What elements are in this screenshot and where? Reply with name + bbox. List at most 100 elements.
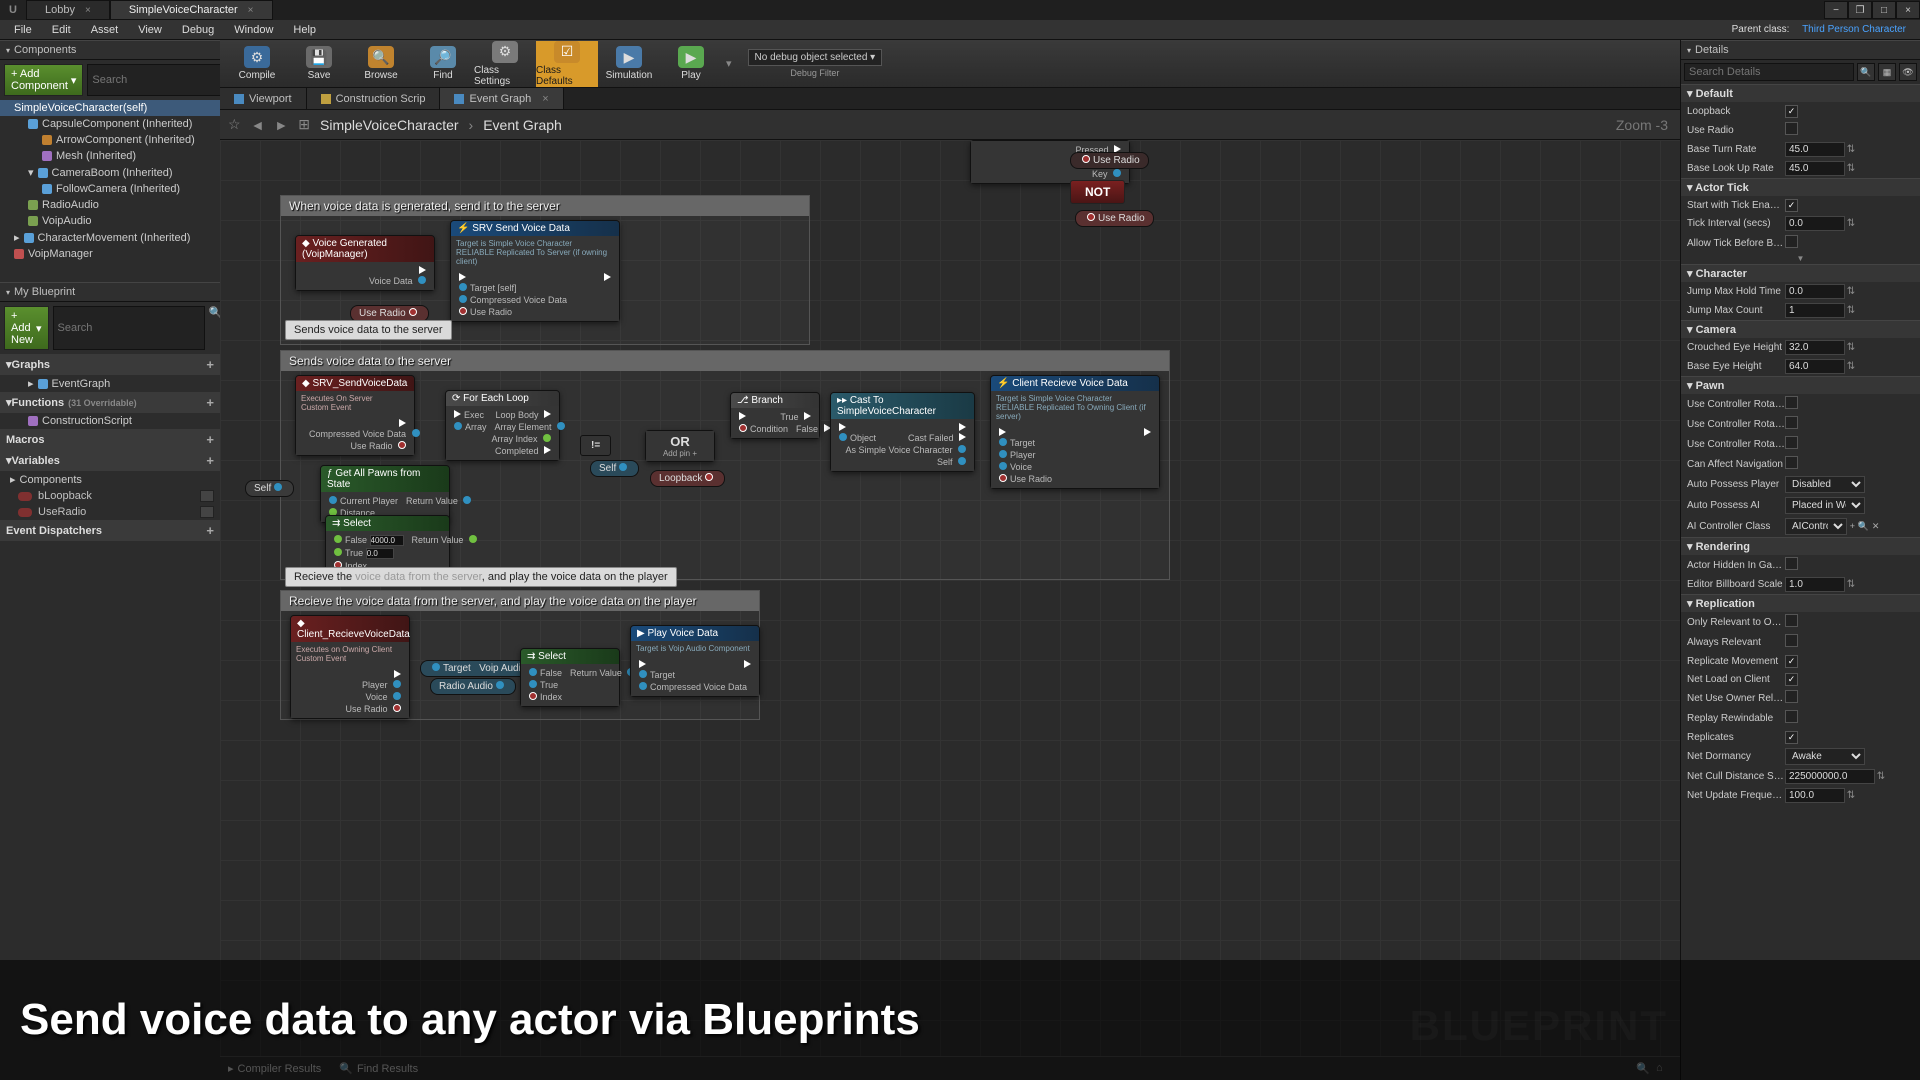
category-camera[interactable]: ▾ Camera	[1681, 320, 1920, 338]
search-icon[interactable]: 🔍	[1857, 63, 1875, 81]
functions-section[interactable]: ▾ Functions(31 Overridable)+	[0, 392, 220, 413]
category-character[interactable]: ▾ Character	[1681, 264, 1920, 282]
category-actortick[interactable]: ▾ Actor Tick	[1681, 178, 1920, 196]
select-false-input[interactable]	[370, 535, 404, 546]
tab-lobby[interactable]: Lobby×	[26, 0, 110, 20]
parent-class-link[interactable]: Third Person Character	[1802, 24, 1906, 35]
class-settings-button[interactable]: ⚙Class Settings	[474, 41, 536, 87]
class-defaults-button[interactable]: ☑Class Defaults	[536, 41, 598, 87]
search-icon[interactable]: 🔍	[1858, 521, 1869, 531]
hidden-checkbox[interactable]	[1785, 557, 1798, 570]
menu-window[interactable]: Window	[224, 22, 283, 38]
restore-icon[interactable]: ❐	[1848, 1, 1872, 19]
node-select[interactable]: ⇉ Select FalseReturn Value True Index	[520, 648, 620, 707]
dispatchers-section[interactable]: Event Dispatchers+	[0, 520, 220, 541]
allowtick-checkbox[interactable]	[1785, 235, 1798, 248]
jumphold-input[interactable]	[1785, 284, 1845, 299]
eventgraph-item[interactable]: ▸EventGraph	[0, 375, 220, 392]
crouched-input[interactable]	[1785, 340, 1845, 355]
find-button[interactable]: 🔎Find	[412, 41, 474, 87]
crumb-graph[interactable]: Event Graph	[483, 117, 562, 133]
menu-debug[interactable]: Debug	[172, 22, 224, 38]
close-icon[interactable]: ×	[85, 5, 91, 16]
add-component-button[interactable]: + Add Component ▾	[4, 64, 83, 96]
node-client-event[interactable]: ◆ Client_RecieveVoiceData Executes on Ow…	[290, 615, 410, 719]
minimize-icon[interactable]: −	[1824, 1, 1848, 19]
components-search-input[interactable]	[87, 64, 239, 96]
close-icon[interactable]: ×	[542, 93, 548, 105]
useradio-checkbox[interactable]	[1785, 122, 1798, 135]
node-srv-event[interactable]: ◆ SRV_SendVoiceData Executes On Server C…	[295, 375, 415, 456]
loopback-checkbox[interactable]: ✓	[1785, 105, 1798, 118]
usectrl2-checkbox[interactable]	[1785, 416, 1798, 429]
component-item[interactable]: RadioAudio	[0, 197, 220, 213]
components-var-group[interactable]: ▸ Components	[0, 471, 220, 488]
node-self[interactable]: Self	[245, 480, 294, 497]
node-useradio-var[interactable]: Use Radio	[1070, 152, 1149, 169]
maximize-icon[interactable]: □	[1872, 1, 1896, 19]
visibility-toggle-icon[interactable]	[200, 506, 214, 518]
component-item[interactable]: VoipAudio	[0, 213, 220, 229]
myblueprint-search-input[interactable]	[53, 306, 205, 350]
tab-current[interactable]: SimpleVoiceCharacter×	[110, 0, 273, 20]
components-panel-header[interactable]: ▾Components	[0, 40, 220, 60]
node-not[interactable]: NOT	[1070, 180, 1125, 204]
play-button[interactable]: ▶Play	[660, 41, 722, 87]
netupd-input[interactable]	[1785, 788, 1845, 803]
clear-icon[interactable]: ✕	[1872, 521, 1880, 531]
starttick-checkbox[interactable]: ✓	[1785, 199, 1798, 212]
add-new-button[interactable]: + Add New ▾	[4, 306, 49, 350]
favorite-icon[interactable]: ☆	[228, 116, 241, 133]
usectrl1-checkbox[interactable]	[1785, 396, 1798, 409]
category-default[interactable]: ▾ Default	[1681, 84, 1920, 102]
netuse-checkbox[interactable]	[1785, 690, 1798, 703]
component-item[interactable]: ▸CharacterMovement (Inherited)	[0, 229, 220, 246]
category-pawn[interactable]: ▾ Pawn	[1681, 376, 1920, 394]
node-play-voice[interactable]: ▶ Play Voice Data Target is Voip Audio C…	[630, 625, 760, 697]
baseturn-input[interactable]	[1785, 142, 1845, 157]
node-voice-generated[interactable]: ◆ Voice Generated (VoipManager) Voice Da…	[295, 235, 435, 291]
details-panel-header[interactable]: ▾Details	[1681, 40, 1920, 60]
netload-checkbox[interactable]: ✓	[1785, 673, 1798, 686]
nav-back-icon[interactable]: ◄	[251, 117, 265, 133]
debug-object-dropdown[interactable]: No debug object selected ▾	[748, 49, 883, 66]
autoai-dropdown[interactable]: Placed in World	[1785, 497, 1865, 514]
constructionscript-item[interactable]: ConstructionScript	[0, 413, 220, 429]
add-macro-icon[interactable]: +	[206, 432, 214, 447]
save-button[interactable]: 💾Save	[288, 41, 350, 87]
node-branch[interactable]: ⎇ Branch True ConditionFalse	[730, 392, 820, 439]
menu-view[interactable]: View	[128, 22, 172, 38]
alwaysrel-checkbox[interactable]	[1785, 634, 1798, 647]
node-self[interactable]: Self	[590, 460, 639, 477]
simulation-button[interactable]: ▶Simulation	[598, 41, 660, 87]
node-radioaudio-var[interactable]: Radio Audio	[430, 678, 516, 695]
menu-file[interactable]: File	[4, 22, 42, 38]
component-item[interactable]: Mesh (Inherited)	[0, 148, 220, 164]
usectrl3-checkbox[interactable]	[1785, 436, 1798, 449]
add-graph-icon[interactable]: +	[206, 357, 214, 372]
autoplay-dropdown[interactable]: Disabled	[1785, 476, 1865, 493]
grid-view-icon[interactable]: ▦	[1878, 63, 1896, 81]
replay-checkbox[interactable]	[1785, 710, 1798, 723]
tab-event-graph[interactable]: Event Graph×	[440, 88, 563, 109]
netcull-input[interactable]	[1785, 769, 1875, 784]
component-item[interactable]: ▾CameraBoom (Inherited)	[0, 164, 220, 181]
component-item[interactable]: VoipManager	[0, 246, 220, 262]
variables-section[interactable]: ▾ Variables+	[0, 450, 220, 471]
crumb-asset[interactable]: SimpleVoiceCharacter	[320, 117, 459, 133]
eye-icon[interactable]: 👁	[1899, 63, 1917, 81]
aictrl-dropdown[interactable]: AIController	[1785, 518, 1847, 535]
variable-bloopback[interactable]: bLoopback	[0, 488, 220, 504]
node-loopback-var[interactable]: Loopback	[650, 470, 725, 487]
category-replication[interactable]: ▾ Replication	[1681, 594, 1920, 612]
add-function-icon[interactable]: +	[206, 395, 214, 410]
node-srv-send-voice[interactable]: ⚡ SRV Send Voice Data Target is Simple V…	[450, 220, 620, 322]
component-item[interactable]: CapsuleComponent (Inherited)	[0, 116, 220, 132]
tickint-input[interactable]	[1785, 216, 1845, 231]
nav-home-icon[interactable]: ⊞	[298, 116, 310, 133]
variable-useradio[interactable]: UseRadio	[0, 504, 220, 520]
play-dropdown-icon[interactable]: ▾	[722, 57, 736, 70]
add-icon[interactable]: +	[1850, 521, 1855, 531]
tab-construction-script[interactable]: Construction Scrip	[307, 88, 441, 109]
menu-asset[interactable]: Asset	[81, 22, 129, 38]
